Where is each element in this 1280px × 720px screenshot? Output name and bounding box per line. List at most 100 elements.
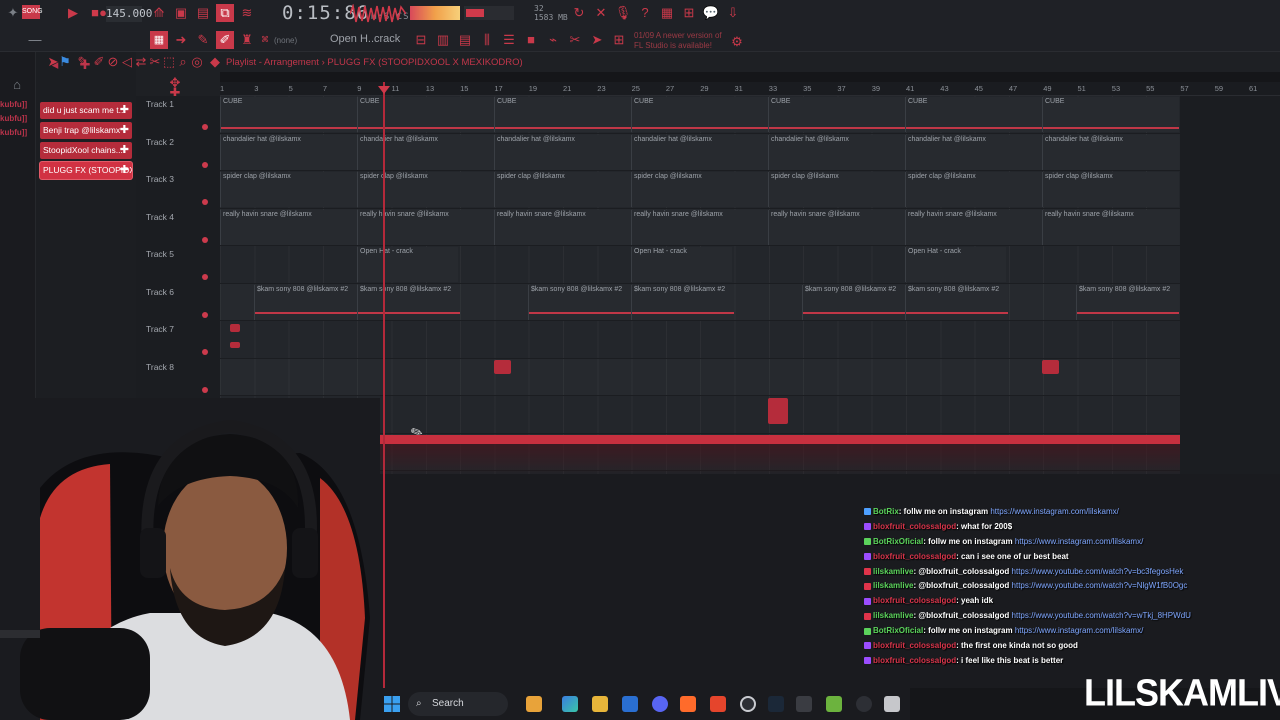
brave-icon[interactable] [710,696,726,712]
picker-pattern-item[interactable]: StoopidXool chains... ✚ [40,142,132,159]
settings-gear-icon[interactable]: ⚙ [728,33,746,51]
app-icon-misc[interactable] [796,696,812,712]
tool-icon[interactable]: ⚑ [56,53,74,71]
send-icon[interactable]: ➤ [588,31,606,49]
pattern-clip[interactable]: spider clap @lilskamx [1042,172,1179,207]
track-mute-icon[interactable] [202,311,208,318]
sample-clip[interactable] [1042,360,1059,374]
pattern-mode-icon[interactable]: ▦ [150,31,168,49]
pattern-clip[interactable]: spider clap @lilskamx [357,172,494,207]
pattern-clip[interactable]: CUBE [768,97,905,132]
app-icon-calc[interactable] [884,696,900,712]
sample-clip[interactable] [768,398,788,424]
track-mute-icon[interactable] [202,274,208,280]
app-icon-4k[interactable] [856,696,872,712]
pattern-clip[interactable]: $kam sony 808 @lilskamx #2 [254,284,357,320]
mic-icon[interactable]: 🎙 [614,4,632,22]
metronome-icon[interactable]: ⟰ [150,4,168,22]
pattern-clip[interactable]: really havin snare @lilskamx [494,209,631,245]
store-icon[interactable] [622,696,638,712]
play-button[interactable]: ▶ [64,4,82,22]
playlist-play-icon[interactable]: ◆ [206,53,224,71]
chat-username[interactable]: BotRixOficial [873,626,923,635]
preset-selector[interactable]: (none) [274,36,297,45]
chat-username[interactable]: lilskamlive [873,581,913,590]
track-label[interactable]: Track 8 [146,362,174,372]
folder-icon[interactable]: ⌂ [8,76,26,94]
chord-icon[interactable]: ⌘ [256,31,274,49]
chat-username[interactable]: bloxfruit_colossalgod [873,552,956,561]
tools-icon[interactable]: ✂ [566,31,584,49]
track-mute-icon[interactable] [202,386,208,393]
browser-item[interactable]: kubfu]] [0,100,27,109]
help-icon[interactable]: ? [636,4,654,22]
sample-clip[interactable] [494,360,511,374]
chat-link[interactable]: https://www.instagram.com/lilskamx/ [1015,626,1143,635]
tempo-display[interactable]: 145.000 [106,6,152,22]
pattern-clip[interactable]: really havin snare @lilskamx [905,209,1042,245]
browser-item[interactable]: kubfu]] [0,114,27,123]
pattern-clip[interactable]: really havin snare @lilskamx [631,209,768,245]
app-icon-green[interactable] [826,696,842,712]
picker-pattern-item[interactable]: Benji trap @lilskamx ✚ [40,122,132,139]
eq-icon[interactable]: ⫼ [478,31,496,49]
chat-link[interactable]: https://www.youtube.com/watch?v=wTkj_8HP… [1012,611,1191,620]
loop-record-icon[interactable]: ⧉ [216,4,234,22]
pattern-clip[interactable]: CUBE [220,97,357,132]
track-label[interactable]: Track 4 [146,212,174,222]
pattern-clip[interactable]: chandalier hat @lilskamx [1042,134,1179,170]
download-icon[interactable]: ⇩ [724,4,742,22]
stamp-icon[interactable]: ♜ [238,31,256,49]
track-mute-icon[interactable] [202,161,208,168]
pattern-clip[interactable]: chandalier hat @lilskamx [905,134,1042,170]
playhead-marker-icon[interactable] [378,86,390,94]
pattern-clip[interactable]: chandalier hat @lilskamx [631,134,768,170]
chat-username[interactable]: bloxfruit_colossalgod [873,522,956,531]
wait-record-icon[interactable]: ▣ [172,4,190,22]
stop-square-icon[interactable]: ■ [522,31,540,49]
track-mute-icon[interactable] [202,236,208,243]
pattern-clip[interactable]: spider clap @lilskamx [905,172,1042,207]
chat-icon[interactable]: 💬 [702,4,720,22]
taskbar-search[interactable]: ⌕ Search [408,692,508,716]
track-mute-icon[interactable] [202,349,208,355]
close-icon[interactable]: ✕ [592,4,610,22]
track-label[interactable]: Track 5 [146,249,174,259]
track-label[interactable]: Track 7 [146,324,174,334]
channel-rack-icon[interactable]: ⊟ [412,31,430,49]
discord-icon[interactable] [652,696,668,712]
track-label[interactable]: Track 6 [146,287,174,297]
chat-link[interactable]: https://www.youtube.com/watch?v=bc3fegos… [1012,567,1184,576]
pattern-clip[interactable]: Open Hat - crack [905,247,1006,282]
chat-username[interactable]: bloxfruit_colossalgod [873,596,956,605]
track-label[interactable]: Track 1 [146,99,174,109]
playhead-line[interactable] [383,82,385,688]
pattern-clip[interactable]: CUBE [631,97,768,132]
pattern-clip[interactable]: $kam sony 808 @lilskamx #2 [905,284,1008,320]
undo-icon[interactable]: ↻ [570,4,588,22]
plug-icon[interactable]: ⌁ [544,31,562,49]
chat-link[interactable]: https://www.instagram.com/lilskamx/ [990,507,1118,516]
pencil-icon[interactable]: ✎ [194,31,212,49]
pattern-clip[interactable]: spider clap @lilskamx [768,172,905,207]
picker-pattern-item[interactable]: PLUGG FX (STOOPIDX...✚ [40,162,132,179]
grid-icon[interactable]: ⊞ [610,31,628,49]
arrow-right-icon[interactable]: ➜ [172,31,190,49]
pattern-clip[interactable]: Open Hat - crack [357,247,458,282]
track-lane[interactable] [220,359,1180,396]
pattern-clip[interactable]: Open Hat - crack [631,247,732,282]
chat-link[interactable]: https://www.instagram.com/lilskamx/ [1015,537,1143,546]
fl-logo-icon[interactable]: ✦ [4,4,22,22]
windows-start-icon[interactable] [384,696,400,712]
sample-clip[interactable] [230,324,240,332]
automation-clip[interactable] [300,435,1180,444]
chat-username[interactable]: bloxfruit_colossalgod [873,641,956,650]
chat-username[interactable]: lilskamlive [873,611,913,620]
pattern-clip[interactable]: $kam sony 808 @lilskamx #2 [528,284,631,320]
steam-icon[interactable] [768,696,784,712]
pattern-clip[interactable]: CUBE [357,97,494,132]
pattern-clip[interactable]: $kam sony 808 @lilskamx #2 [631,284,734,320]
pattern-clip[interactable]: chandalier hat @lilskamx [357,134,494,170]
file-explorer-icon[interactable] [592,696,608,712]
pattern-clip[interactable]: really havin snare @lilskamx [357,209,494,245]
